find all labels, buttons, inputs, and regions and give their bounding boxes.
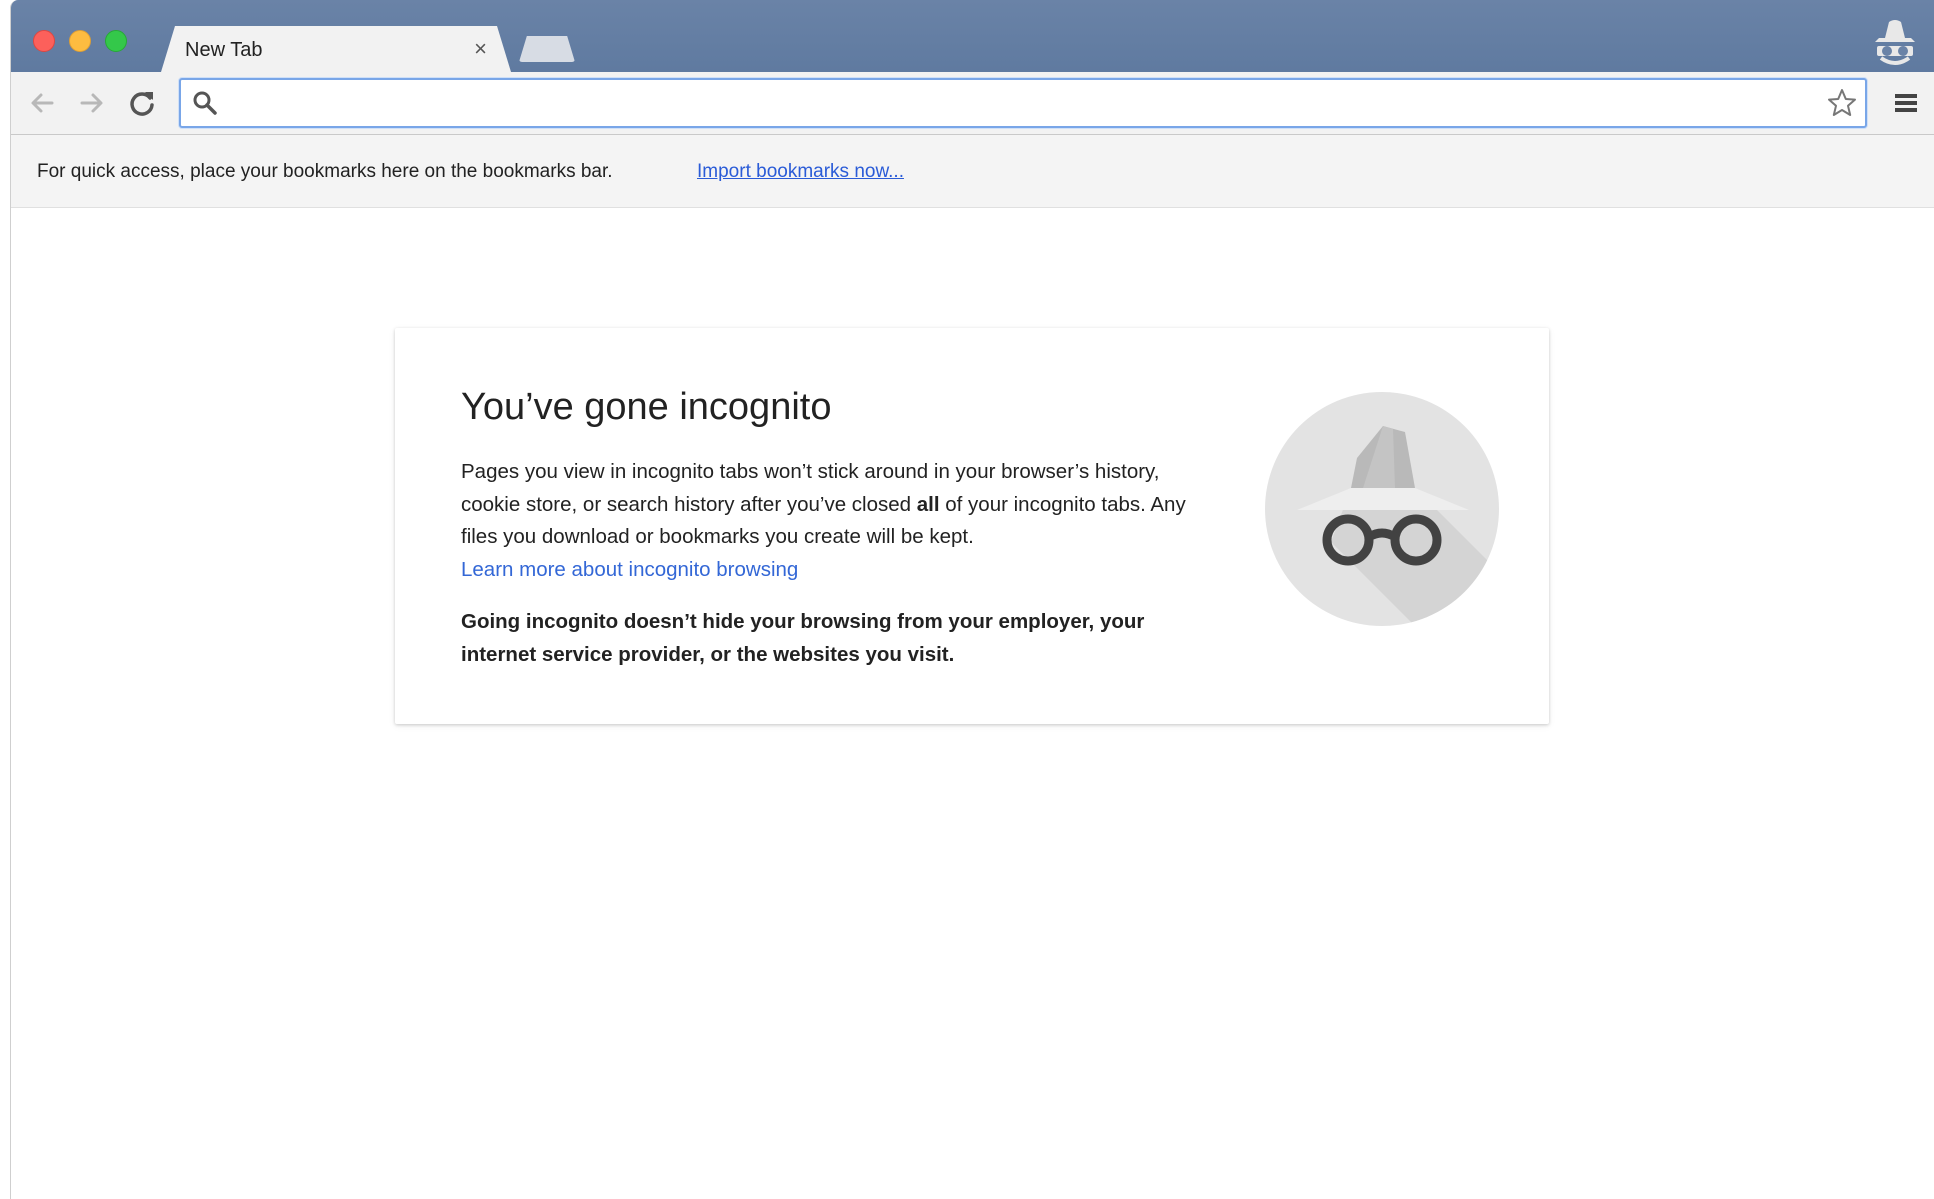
incognito-page: You’ve gone incognito Pages you view in …	[11, 208, 1934, 1199]
bookmark-star-icon[interactable]	[1825, 86, 1859, 120]
tab-new-tab[interactable]: New Tab ×	[161, 26, 511, 72]
bookmarks-bar: For quick access, place your bookmarks h…	[11, 135, 1934, 208]
page-title: You’ve gone incognito	[461, 386, 832, 428]
address-bar[interactable]	[179, 78, 1867, 128]
window-close-button[interactable]	[33, 30, 55, 52]
address-input[interactable]	[229, 80, 1793, 126]
incognito-spy-icon	[1265, 392, 1499, 626]
description-bold-text: all	[916, 492, 940, 516]
import-bookmarks-link[interactable]: Import bookmarks now...	[697, 161, 904, 183]
learn-more-link[interactable]: Learn more about incognito browsing	[461, 558, 798, 581]
back-icon[interactable]	[25, 86, 59, 120]
screen: New Tab × For quick access, place your b…	[0, 0, 1934, 1199]
search-icon	[191, 89, 219, 117]
new-tab-button[interactable]	[519, 36, 575, 62]
reload-icon[interactable]	[125, 86, 159, 120]
window-maximize-button[interactable]	[105, 30, 127, 52]
incognito-warning: Going incognito doesn’t hide your browsi…	[461, 610, 1145, 666]
tab-close-icon[interactable]: ×	[474, 36, 487, 62]
incognito-spy-icon	[1867, 18, 1923, 68]
browser-window: New Tab × For quick access, place your b…	[10, 0, 1934, 1199]
menu-icon[interactable]	[1891, 88, 1921, 118]
bookmarks-bar-message: For quick access, place your bookmarks h…	[37, 161, 613, 182]
tab-title: New Tab	[185, 39, 263, 61]
window-minimize-button[interactable]	[69, 30, 91, 52]
toolbar	[11, 72, 1934, 135]
incognito-card: You’ve gone incognito Pages you view in …	[395, 328, 1549, 724]
incognito-description: Pages you view in incognito tabs won’t s…	[461, 456, 1221, 586]
forward-icon[interactable]	[75, 86, 109, 120]
title-bar: New Tab ×	[11, 0, 1934, 72]
